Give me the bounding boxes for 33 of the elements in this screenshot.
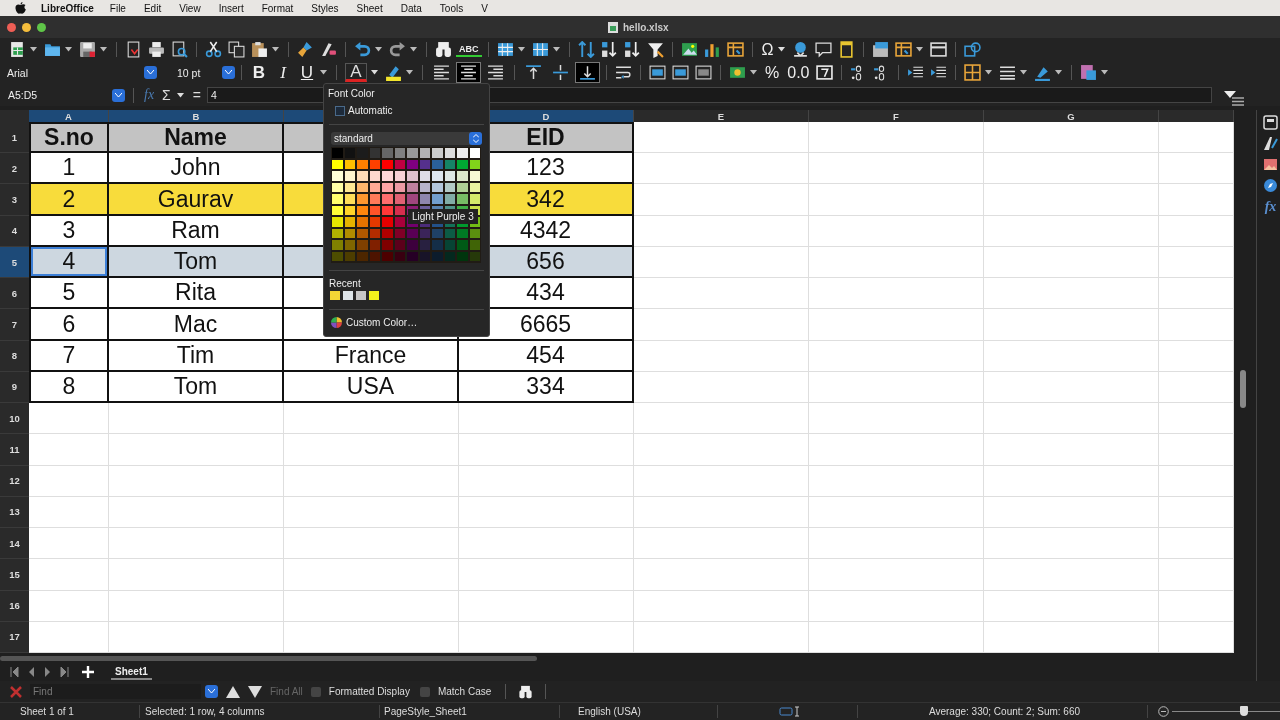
table-cell: Tom (109, 371, 284, 404)
table-cell: S.no (29, 122, 109, 154)
tooltip: Light Purple 3 (408, 209, 478, 224)
table-cell: 4 (29, 246, 109, 279)
sheet-position: Sheet 1 of 1 (16, 705, 140, 718)
table-cell: Gaurav (109, 184, 284, 216)
table-cell: 3 (29, 215, 109, 247)
checkbox-label: Match Case (437, 686, 492, 697)
table-cell: Mac (109, 309, 284, 341)
selection-info: Selected: 1 row, 4 columns (140, 705, 380, 718)
table-cell: 454 (459, 340, 634, 372)
checkbox-label: Formatted Display (328, 686, 410, 697)
table-cell: 1 (29, 153, 109, 185)
table-cell: USA (284, 371, 459, 404)
page-style: PageStyle_Sheet1 (380, 705, 560, 718)
recent-label: Recent (329, 278, 362, 289)
language: English (USA) (560, 705, 718, 718)
table-cell: France (284, 340, 459, 372)
table-cell: 5 (29, 278, 109, 310)
selection-summary: Average: 330; Count: 2; Sum: 660 (858, 705, 1148, 718)
table-cell: Tim (109, 340, 284, 372)
table-cell: 334 (459, 371, 634, 404)
table-cell: 2 (29, 184, 109, 216)
popup-title: Font Color (328, 88, 376, 99)
table-cell: 7 (29, 340, 109, 372)
table-cell: Name (109, 122, 284, 154)
table-cell: Tom (109, 246, 284, 279)
table-cell: Ram (109, 215, 284, 247)
table-cell: 6 (29, 309, 109, 341)
table-cell: John (109, 153, 284, 185)
table-cell: Rita (109, 278, 284, 310)
window-title: hello.xlsx (623, 21, 669, 33)
table-cell: 8 (29, 371, 109, 404)
